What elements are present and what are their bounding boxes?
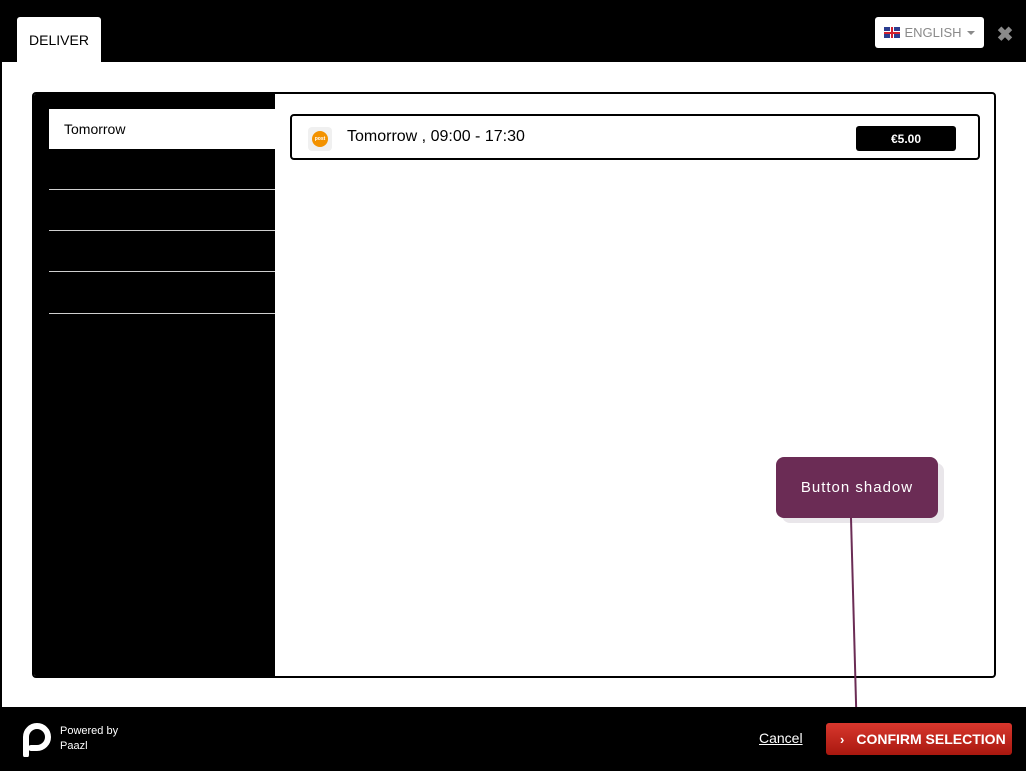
powered-by: Powered by Paazl <box>60 724 118 754</box>
sidebar-item[interactable] <box>49 150 275 190</box>
delivery-option-label: Tomorrow , 09:00 - 17:30 <box>347 128 525 145</box>
powered-by-line: Powered by <box>60 725 119 737</box>
language-selector[interactable]: ENGLISH <box>875 17 984 48</box>
sidebar-item[interactable] <box>49 274 275 314</box>
close-icon[interactable]: ✖ <box>995 25 1015 45</box>
delivery-option[interactable]: post Tomorrow , 09:00 - 17:30 €5.00 <box>290 114 980 160</box>
language-label: ENGLISH <box>904 25 962 40</box>
sidebar-item-label: Tomorrow <box>64 121 126 137</box>
price-badge: €5.00 <box>856 126 956 151</box>
confirm-selection-label: CONFIRM SELECTION <box>856 731 1006 747</box>
delivery-panel: Tomorrow post Tomorrow , 09:00 - 17:30 €… <box>32 92 996 678</box>
tab-deliver[interactable]: DELIVER <box>17 17 101 62</box>
sidebar-item[interactable] <box>49 191 275 231</box>
date-sidebar: Tomorrow <box>34 94 275 676</box>
caret-down-icon <box>966 30 975 35</box>
confirm-selection-button[interactable]: › CONFIRM SELECTION <box>826 723 1012 755</box>
annotation-callout: Button shadow <box>776 457 938 518</box>
sidebar-item-tomorrow[interactable]: Tomorrow <box>49 109 275 149</box>
delivery-widget: DELIVER ENGLISH ✖ Tomorrow post Tomorrow… <box>0 0 1026 770</box>
cancel-link[interactable]: Cancel <box>759 730 803 746</box>
footer-bar: Powered by Paazl Cancel › CONFIRM SELECT… <box>2 707 1026 770</box>
sidebar-item[interactable] <box>49 232 275 272</box>
paazl-logo-icon <box>23 723 51 757</box>
tab-deliver-label: DELIVER <box>29 31 89 48</box>
uk-flag-icon <box>884 27 901 38</box>
annotation-text: Button shadow <box>800 479 914 496</box>
chevron-right-icon: › <box>840 731 845 747</box>
postnl-icon: post <box>308 127 332 151</box>
carrier-logo-text: post <box>312 131 328 147</box>
powered-by-brand: Paazl <box>60 740 88 752</box>
